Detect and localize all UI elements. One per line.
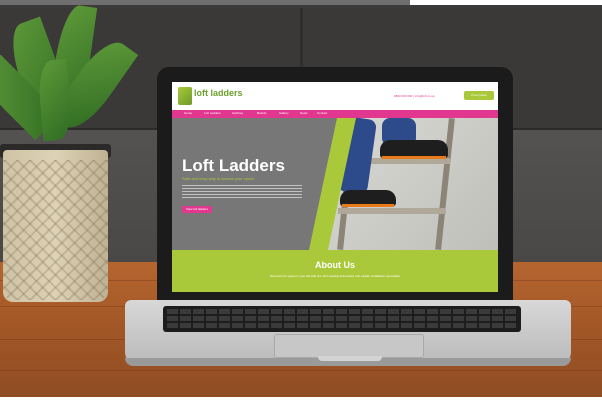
hero-panel	[172, 118, 337, 250]
logo-mark-icon	[178, 87, 192, 105]
about-title: About Us	[315, 260, 355, 270]
hero-paragraph	[182, 185, 302, 199]
laptop-screen: loft ladders 0800 000 000 | info@loft.co…	[172, 82, 498, 292]
key-row	[167, 323, 517, 328]
nav-item-boards[interactable]: Boards	[257, 111, 267, 115]
about-text: Discover the space in your loft with the…	[270, 274, 400, 278]
nav-item-contact[interactable]: Contact	[317, 111, 327, 115]
hero-section: Loft Ladders Safe and easy way to access…	[172, 118, 498, 250]
ladder-rail	[435, 118, 455, 250]
site-logo[interactable]: loft ladders	[178, 85, 243, 107]
nav-item-gallery[interactable]: Gallery	[279, 111, 289, 115]
nav-item-loft-ladders[interactable]: Loft Ladders	[204, 111, 221, 115]
site-nav: Home Loft Ladders Hatches Boards Gallery…	[172, 110, 498, 118]
trackpad	[274, 334, 424, 358]
photo-scene: loft ladders 0800 000 000 | info@loft.co…	[0, 0, 602, 405]
nav-item-home[interactable]: Home	[184, 111, 192, 115]
top-right-blank	[410, 0, 602, 5]
site-header: loft ladders 0800 000 000 | info@loft.co…	[172, 82, 498, 110]
about-section: About Us Discover the space in your loft…	[172, 250, 498, 292]
key-row	[167, 309, 517, 314]
keyboard	[163, 306, 521, 332]
key-row	[167, 316, 517, 321]
free-quote-button[interactable]: Free Quote	[464, 91, 494, 100]
shoe-sole	[342, 204, 394, 207]
nav-item-news[interactable]: News	[300, 111, 308, 115]
hero-cta-button[interactable]: View loft ladders	[182, 206, 212, 213]
shoe-sole	[382, 156, 446, 159]
logo-text: loft ladders	[194, 88, 243, 98]
table-bottom-edge	[0, 397, 602, 405]
wood-grain	[0, 370, 602, 371]
hero-title: Loft Ladders	[182, 156, 285, 175]
hero-subtitle: Safe and easy way to access your space	[182, 176, 255, 181]
laptop-notch	[318, 356, 382, 361]
nav-item-hatches[interactable]: Hatches	[232, 111, 243, 115]
ladder-rung	[338, 208, 446, 214]
top-strip	[0, 0, 410, 5]
pot-pattern	[3, 160, 108, 300]
contact-info[interactable]: 0800 000 000 | info@loft.co.uk	[394, 94, 435, 98]
